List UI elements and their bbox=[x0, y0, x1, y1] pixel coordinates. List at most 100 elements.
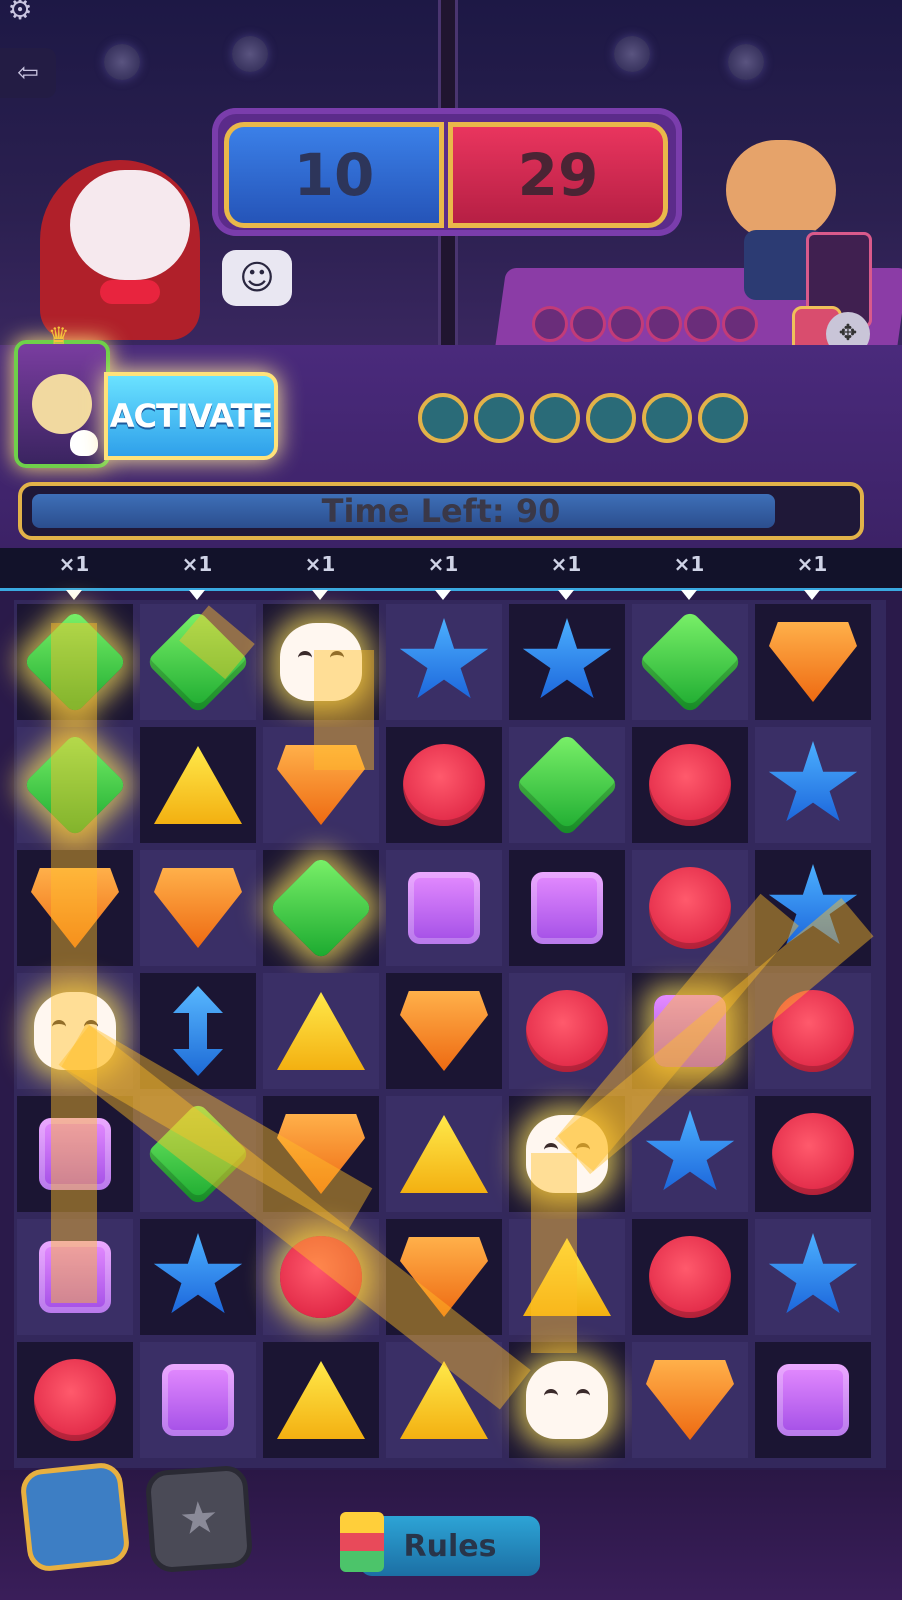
board-cell[interactable] bbox=[263, 973, 379, 1089]
book-icon bbox=[340, 1512, 384, 1572]
board-cell[interactable] bbox=[386, 973, 502, 1089]
board-cell[interactable] bbox=[386, 1096, 502, 1212]
rules-button[interactable]: Rules bbox=[360, 1516, 540, 1576]
board-cell[interactable] bbox=[755, 1342, 871, 1458]
yellow-gem[interactable] bbox=[154, 746, 242, 824]
hero-card[interactable]: ♛ bbox=[14, 322, 110, 468]
mana-orb bbox=[474, 393, 524, 443]
column-multiplier: ×1 bbox=[796, 552, 828, 576]
blue-star-gem[interactable] bbox=[399, 618, 489, 699]
yellow-gem[interactable] bbox=[400, 1115, 488, 1193]
red-gem[interactable] bbox=[649, 867, 731, 949]
board-cell[interactable] bbox=[509, 850, 625, 966]
mana-orb bbox=[418, 393, 468, 443]
emote-icon[interactable]: ☺ bbox=[222, 250, 292, 306]
opponent-mana-orb bbox=[684, 306, 720, 342]
orange-gem[interactable] bbox=[646, 1360, 734, 1440]
yellow-gem[interactable] bbox=[277, 992, 365, 1070]
purple-gem[interactable] bbox=[531, 872, 603, 944]
board-cell[interactable] bbox=[755, 727, 871, 843]
board-cell[interactable] bbox=[263, 1342, 379, 1458]
board-cell[interactable] bbox=[386, 850, 502, 966]
red-gem[interactable] bbox=[526, 990, 608, 1072]
skull-icon bbox=[70, 430, 98, 456]
scarab-icon[interactable] bbox=[18, 1460, 132, 1574]
star-icon[interactable]: ★ bbox=[144, 1464, 254, 1574]
board-cell[interactable] bbox=[755, 1219, 871, 1335]
opponent-mana-orb bbox=[646, 306, 682, 342]
opponent-mana-orb bbox=[608, 306, 644, 342]
board-cell[interactable] bbox=[263, 850, 379, 966]
blue-star-gem[interactable] bbox=[645, 1110, 735, 1191]
monkey-portrait bbox=[32, 374, 92, 434]
board-cell[interactable] bbox=[632, 604, 748, 720]
gear-icon[interactable]: ⚙ bbox=[0, 0, 40, 20]
mana-orb bbox=[530, 393, 580, 443]
purple-gem[interactable] bbox=[162, 1364, 234, 1436]
swap-arrow-icon[interactable] bbox=[173, 986, 223, 1076]
blue-star-gem[interactable] bbox=[153, 1233, 243, 1314]
purple-gem[interactable] bbox=[408, 872, 480, 944]
red-gem[interactable] bbox=[403, 744, 485, 826]
red-gem[interactable] bbox=[772, 1113, 854, 1195]
green-gem[interactable] bbox=[514, 732, 620, 838]
board-cell[interactable] bbox=[17, 1342, 133, 1458]
board-cell[interactable] bbox=[386, 604, 502, 720]
opponent-mana-orb bbox=[722, 306, 758, 342]
orange-gem[interactable] bbox=[154, 868, 242, 948]
board-cell[interactable] bbox=[140, 727, 256, 843]
board-cell[interactable] bbox=[509, 1342, 625, 1458]
column-multiplier: ×1 bbox=[673, 552, 705, 576]
column-arrow-icon bbox=[435, 590, 451, 600]
opponent-mana-orb bbox=[532, 306, 568, 342]
blue-star-gem[interactable] bbox=[768, 1233, 858, 1314]
timer-bar: Time Left: 90 bbox=[18, 482, 864, 540]
timer-label: Time Left: 90 bbox=[321, 492, 561, 530]
board-cell[interactable] bbox=[140, 850, 256, 966]
green-gem[interactable] bbox=[637, 609, 743, 715]
crown-icon: ♛ bbox=[48, 322, 70, 350]
board-cell[interactable] bbox=[140, 1342, 256, 1458]
board-cell[interactable] bbox=[509, 973, 625, 1089]
player-score: 10 bbox=[224, 122, 444, 228]
column-arrow-icon bbox=[681, 590, 697, 600]
mana-orb bbox=[586, 393, 636, 443]
red-gem[interactable] bbox=[649, 744, 731, 826]
red-gem[interactable] bbox=[649, 1236, 731, 1318]
game-board bbox=[14, 600, 886, 1468]
skull-blast-beam bbox=[531, 1153, 577, 1353]
scoreboard: 10 29 bbox=[212, 108, 682, 236]
skull-icon[interactable] bbox=[526, 1361, 608, 1439]
exit-icon[interactable]: ⇦ bbox=[0, 48, 56, 98]
board-cell[interactable] bbox=[632, 727, 748, 843]
column-multiplier: ×1 bbox=[181, 552, 213, 576]
board-cell[interactable] bbox=[140, 1219, 256, 1335]
stage-light bbox=[728, 44, 764, 80]
red-gem[interactable] bbox=[34, 1359, 116, 1441]
board-cell[interactable] bbox=[755, 604, 871, 720]
mana-orb bbox=[642, 393, 692, 443]
board-cell[interactable] bbox=[755, 1096, 871, 1212]
column-arrow-icon bbox=[312, 590, 328, 600]
column-arrow-icon bbox=[66, 590, 82, 600]
board-cell[interactable] bbox=[632, 1342, 748, 1458]
mana-orb bbox=[698, 393, 748, 443]
orange-gem[interactable] bbox=[769, 622, 857, 702]
board-cell[interactable] bbox=[386, 727, 502, 843]
column-multiplier: ×1 bbox=[58, 552, 90, 576]
board-cell[interactable] bbox=[509, 727, 625, 843]
column-multiplier: ×1 bbox=[304, 552, 336, 576]
stage-light bbox=[232, 36, 268, 72]
opponent-mana-orb bbox=[570, 306, 606, 342]
purple-gem[interactable] bbox=[777, 1364, 849, 1436]
blue-star-gem[interactable] bbox=[522, 618, 612, 699]
blue-star-gem[interactable] bbox=[768, 741, 858, 822]
board-cell[interactable] bbox=[509, 604, 625, 720]
yellow-gem[interactable] bbox=[277, 1361, 365, 1439]
skull-blast-beam bbox=[314, 650, 374, 770]
opponent-score: 29 bbox=[448, 122, 668, 228]
green-gem[interactable] bbox=[268, 855, 374, 961]
board-cell[interactable] bbox=[632, 1219, 748, 1335]
activate-button[interactable]: ACTIVATE bbox=[104, 372, 278, 460]
orange-gem[interactable] bbox=[400, 991, 488, 1071]
